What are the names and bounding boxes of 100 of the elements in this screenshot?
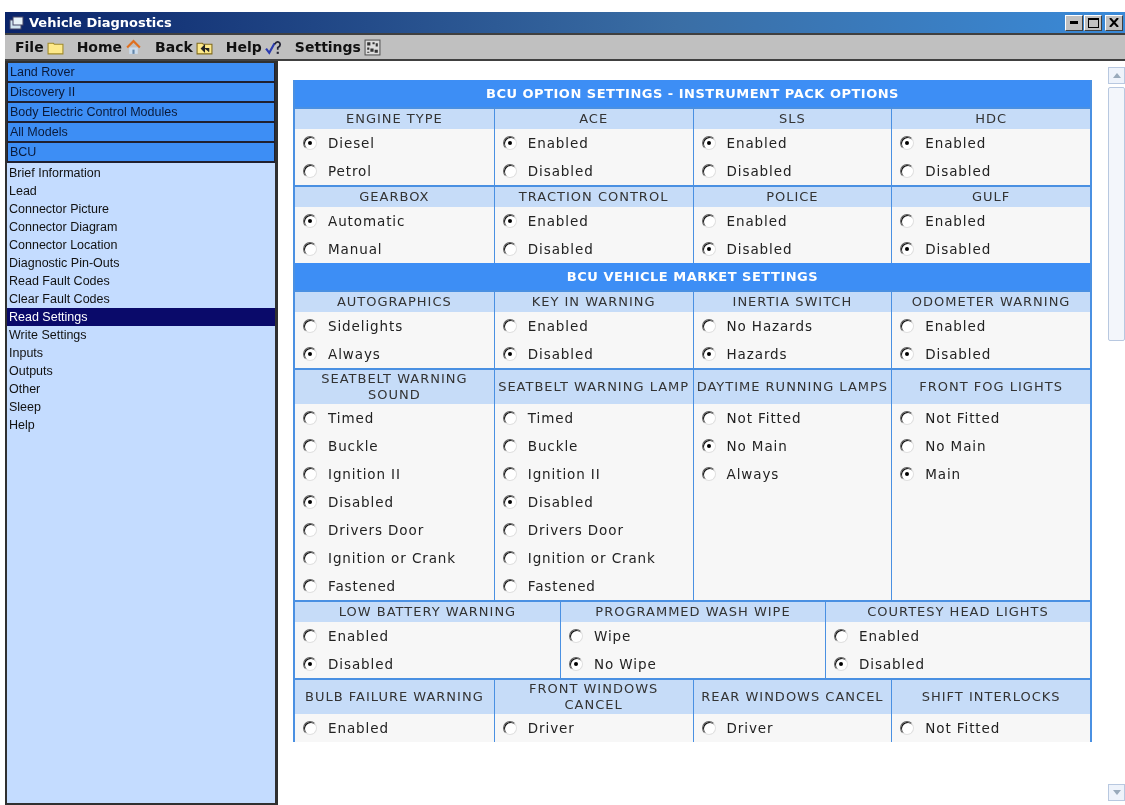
breadcrumb-item[interactable]: BCU xyxy=(7,143,275,163)
sidebar-item[interactable]: Outputs xyxy=(7,362,275,380)
option-label[interactable]: Enabled xyxy=(527,318,589,334)
breadcrumb-item[interactable]: Land Rover xyxy=(7,63,275,83)
radio-button[interactable] xyxy=(701,411,716,425)
radio-button[interactable] xyxy=(900,164,915,178)
radio-button[interactable] xyxy=(303,523,317,537)
option-label[interactable]: Fastened xyxy=(527,578,596,594)
option-label[interactable]: Disabled xyxy=(859,656,925,672)
close-button[interactable] xyxy=(1105,14,1123,31)
sidebar-item[interactable]: Lead xyxy=(7,182,275,200)
radio-button[interactable] xyxy=(701,164,716,178)
option-label[interactable]: Disabled xyxy=(527,494,594,510)
radio-button[interactable] xyxy=(303,319,317,333)
option-label[interactable]: Diesel xyxy=(328,135,375,151)
radio-button[interactable] xyxy=(502,439,517,453)
option-label[interactable]: Not Fitted xyxy=(925,410,1001,426)
option-label[interactable]: Sidelights xyxy=(328,318,404,334)
option-label[interactable]: Enabled xyxy=(925,318,987,334)
option-label[interactable]: Disabled xyxy=(527,346,594,362)
radio-button[interactable] xyxy=(303,495,317,509)
option-label[interactable]: Enabled xyxy=(527,135,589,151)
radio-button[interactable] xyxy=(502,319,517,333)
option-label[interactable]: Enabled xyxy=(726,213,788,229)
option-label[interactable]: Disabled xyxy=(726,241,793,257)
option-label[interactable]: Ignition or Crank xyxy=(527,550,656,566)
radio-button[interactable] xyxy=(900,319,915,333)
radio-button[interactable] xyxy=(900,214,915,228)
radio-button[interactable] xyxy=(701,721,716,735)
radio-button[interactable] xyxy=(303,242,317,256)
radio-button[interactable] xyxy=(834,657,848,671)
option-label[interactable]: Automatic xyxy=(328,213,406,229)
option-label[interactable]: Disabled xyxy=(925,346,992,362)
minimize-button[interactable] xyxy=(1065,14,1083,31)
sidebar-item[interactable]: Other xyxy=(7,380,275,398)
option-label[interactable]: Enabled xyxy=(527,213,589,229)
radio-button[interactable] xyxy=(569,657,583,671)
option-label[interactable]: Not Fitted xyxy=(925,720,1001,736)
option-label[interactable]: Disabled xyxy=(925,241,992,257)
option-label[interactable]: Enabled xyxy=(859,628,920,644)
option-label[interactable]: Fastened xyxy=(328,578,397,594)
radio-button[interactable] xyxy=(701,214,716,228)
option-label[interactable]: No Wipe xyxy=(594,656,657,672)
option-label[interactable]: Enabled xyxy=(328,628,389,644)
option-label[interactable]: Disabled xyxy=(726,163,793,179)
option-label[interactable]: Disabled xyxy=(925,163,992,179)
option-label[interactable]: Drivers Door xyxy=(527,522,624,538)
radio-button[interactable] xyxy=(303,347,317,361)
option-label[interactable]: Ignition II xyxy=(527,466,601,482)
radio-button[interactable] xyxy=(303,411,317,425)
option-label[interactable]: Enabled xyxy=(925,135,987,151)
radio-button[interactable] xyxy=(303,629,317,643)
sidebar-item[interactable]: Clear Fault Codes xyxy=(7,290,275,308)
radio-button[interactable] xyxy=(303,439,317,453)
sidebar-item[interactable]: Connector Picture xyxy=(7,200,275,218)
option-label[interactable]: Wipe xyxy=(594,628,632,644)
option-label[interactable]: Buckle xyxy=(527,438,579,454)
sidebar-item[interactable]: Connector Diagram xyxy=(7,218,275,236)
radio-button[interactable] xyxy=(701,136,716,150)
radio-button[interactable] xyxy=(502,136,517,150)
option-label[interactable]: Hazards xyxy=(726,346,788,362)
sidebar-item[interactable]: Brief Information xyxy=(7,164,275,182)
radio-button[interactable] xyxy=(502,467,517,481)
radio-button[interactable] xyxy=(701,439,716,453)
radio-button[interactable] xyxy=(900,439,915,453)
option-label[interactable]: Timed xyxy=(527,410,574,426)
option-label[interactable]: Manual xyxy=(328,241,383,257)
scroll-thumb[interactable] xyxy=(1108,87,1125,341)
sidebar-item[interactable]: Write Settings xyxy=(7,326,275,344)
radio-button[interactable] xyxy=(701,347,716,361)
radio-button[interactable] xyxy=(701,242,716,256)
radio-button[interactable] xyxy=(502,411,517,425)
radio-button[interactable] xyxy=(900,467,915,481)
radio-button[interactable] xyxy=(502,523,517,537)
radio-button[interactable] xyxy=(303,136,317,150)
option-label[interactable]: Driver xyxy=(527,720,575,736)
maximize-button[interactable] xyxy=(1084,14,1102,31)
option-label[interactable]: Not Fitted xyxy=(726,410,802,426)
option-label[interactable]: Buckle xyxy=(328,438,379,454)
radio-button[interactable] xyxy=(303,467,317,481)
radio-button[interactable] xyxy=(834,629,848,643)
option-label[interactable]: Main xyxy=(925,466,962,482)
radio-button[interactable] xyxy=(502,347,517,361)
option-label[interactable]: Enabled xyxy=(328,720,389,736)
option-label[interactable]: Timed xyxy=(328,410,375,426)
breadcrumb-item[interactable]: All Models xyxy=(7,123,275,143)
radio-button[interactable] xyxy=(502,214,517,228)
scrollbar[interactable] xyxy=(1106,61,1125,805)
option-label[interactable]: Enabled xyxy=(726,135,788,151)
radio-button[interactable] xyxy=(569,629,583,643)
radio-button[interactable] xyxy=(502,721,517,735)
sidebar-item[interactable]: Sleep xyxy=(7,398,275,416)
radio-button[interactable] xyxy=(502,242,517,256)
option-label[interactable]: Disabled xyxy=(328,494,394,510)
radio-button[interactable] xyxy=(900,347,915,361)
radio-button[interactable] xyxy=(303,551,317,565)
radio-button[interactable] xyxy=(502,551,517,565)
radio-button[interactable] xyxy=(900,411,915,425)
option-label[interactable]: Drivers Door xyxy=(328,522,425,538)
option-label[interactable]: Driver xyxy=(726,720,774,736)
